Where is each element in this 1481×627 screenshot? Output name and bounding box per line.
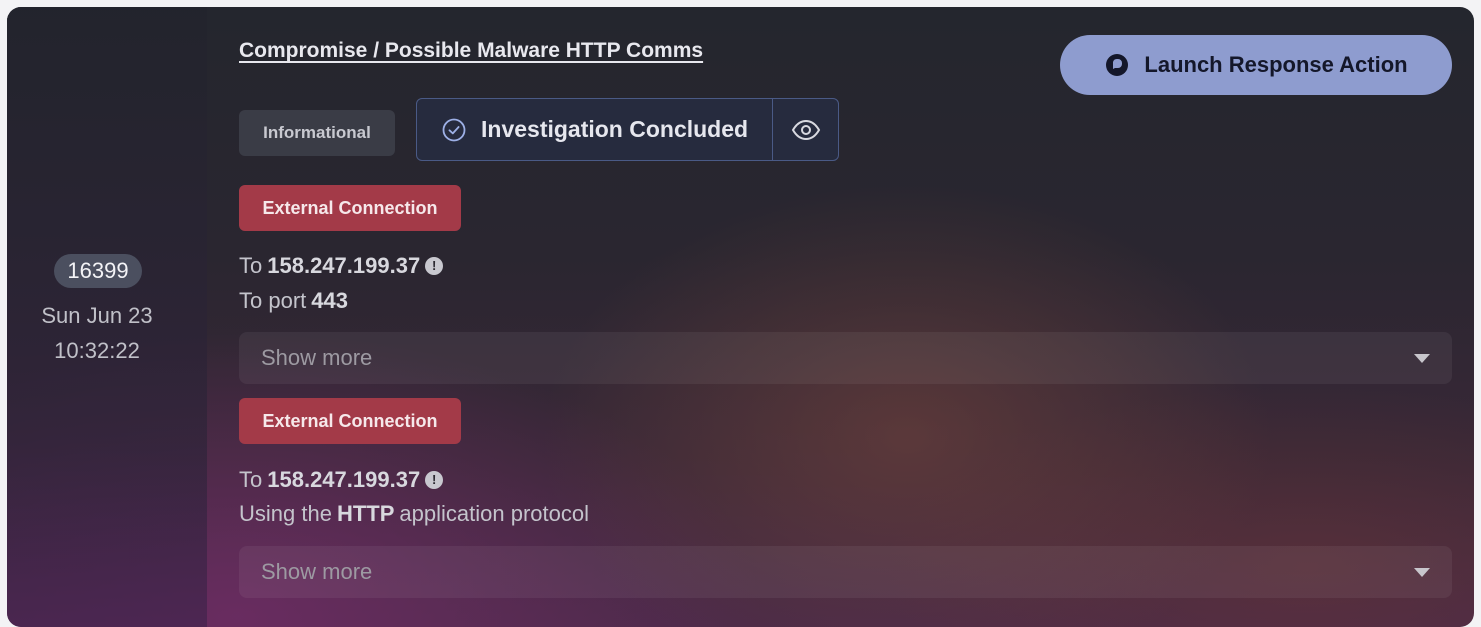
detail-port-prefix: To port: [239, 288, 307, 313]
caret-down-icon: [1414, 353, 1430, 363]
event-time: 10:32:22: [54, 338, 140, 363]
watch-toggle-button[interactable]: [773, 99, 838, 160]
detail-destination: To 158.247.199.37 !: [239, 467, 444, 493]
check-circle-icon: [442, 118, 466, 141]
event-date: Sun Jun 23: [41, 303, 153, 328]
info-icon[interactable]: !: [425, 471, 444, 489]
destination-port: 443: [311, 288, 348, 313]
show-more-toggle[interactable]: Show more: [239, 332, 1452, 384]
show-more-label: Show more: [261, 559, 373, 584]
investigation-status-button[interactable]: Investigation Concluded: [417, 99, 773, 160]
detail-protocol: Using the HTTP application protocol: [239, 501, 589, 527]
response-bubble-icon: [1106, 54, 1129, 76]
investigation-status-label: Investigation Concluded: [481, 116, 749, 142]
launch-response-action-button[interactable]: Launch Response Action: [1060, 35, 1452, 95]
event-id-badge: 16399: [54, 254, 142, 288]
detail-protocol-suffix: application protocol: [399, 501, 589, 526]
detail-destination-prefix: To: [239, 253, 263, 278]
show-more-label: Show more: [261, 345, 373, 370]
detail-protocol-prefix: Using the: [239, 501, 332, 526]
detail-destination: To 158.247.199.37 !: [239, 253, 444, 279]
launch-button-label: Launch Response Action: [1144, 52, 1408, 77]
model-breach-card: 16399 Sun Jun 23 10:32:22 Compromise / P…: [7, 7, 1474, 627]
severity-badge: Informational: [239, 110, 395, 156]
eye-icon: [791, 119, 820, 140]
caret-down-icon: [1414, 567, 1430, 577]
detail-tag: External Connection: [239, 398, 461, 444]
destination-ip[interactable]: 158.247.199.37: [267, 467, 420, 493]
event-meta-column: 16399 Sun Jun 23 10:32:22: [7, 7, 207, 627]
investigation-status: Investigation Concluded: [416, 98, 839, 161]
show-more-toggle[interactable]: Show more: [239, 546, 1452, 598]
detail-destination-prefix: To: [239, 467, 263, 492]
detail-port: To port 443: [239, 288, 348, 314]
info-icon[interactable]: !: [425, 257, 444, 275]
destination-ip[interactable]: 158.247.199.37: [267, 253, 420, 279]
application-protocol: HTTP: [336, 501, 395, 526]
model-title-link[interactable]: Compromise / Possible Malware HTTP Comms: [239, 39, 703, 63]
detail-tag: External Connection: [239, 185, 461, 231]
